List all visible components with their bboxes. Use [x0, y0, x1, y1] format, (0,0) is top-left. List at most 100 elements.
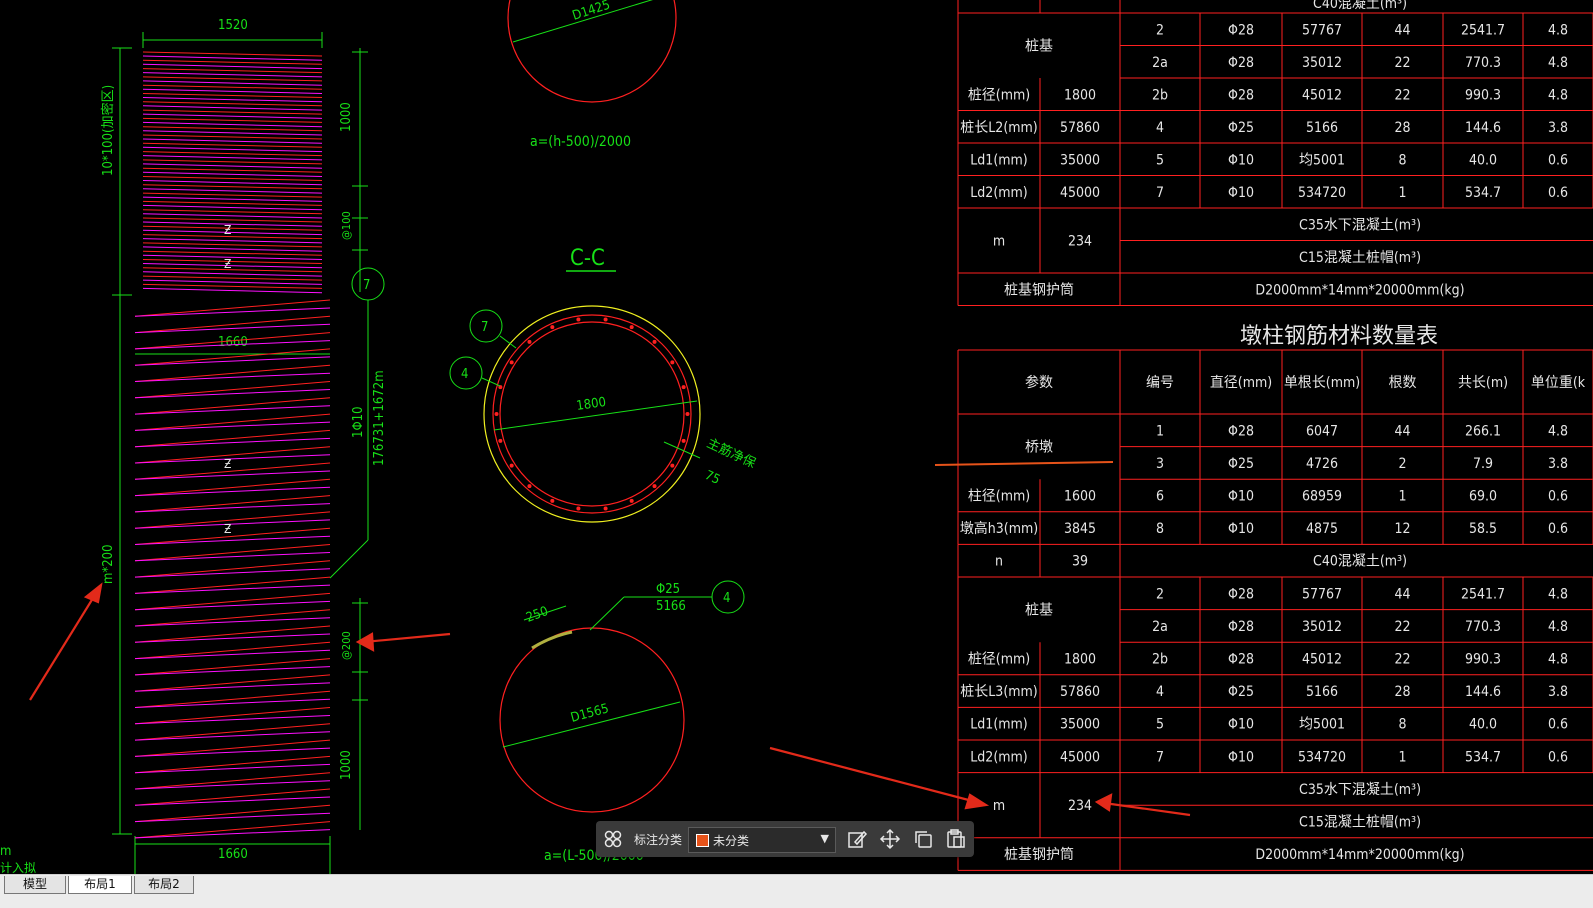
svg-text:Ƶ: Ƶ — [224, 223, 231, 237]
table-pier-cell: 4726 — [1306, 456, 1338, 472]
grid-apps-icon[interactable] — [602, 828, 624, 850]
table-pier-cell: 1 — [1398, 489, 1406, 505]
table-pier-group-label: 桥墩 — [1025, 440, 1053, 456]
table-pile-cell: 990.3 — [1465, 652, 1501, 668]
copy-icon[interactable] — [912, 828, 934, 850]
dim-1000-top: 1000 — [339, 102, 354, 132]
table-header: 根数 — [1389, 375, 1417, 391]
table-pile-cell: 2a — [1152, 619, 1168, 635]
table-top-cell: 5 — [1156, 152, 1164, 168]
table-pile-cell: Φ10 — [1228, 717, 1254, 733]
table-pile-cell: 2b — [1152, 652, 1168, 668]
table-pier-cell: Φ25 — [1228, 456, 1254, 472]
table-pile-cell: 57767 — [1302, 586, 1342, 602]
table-pile-cell: 40.0 — [1469, 717, 1497, 733]
tab-layout1[interactable]: 布局1 — [68, 876, 132, 894]
spiral-elevation: 1520 10*100(加密区) m*200 1000 @100 7 1Φ10 … — [100, 18, 387, 874]
table-pile-cell: 534720 — [1298, 749, 1346, 765]
table-pile-cell: 2 — [1156, 586, 1164, 602]
table-top-cell: 1 — [1398, 185, 1406, 201]
bottom-circle-dia: D1565 — [569, 701, 610, 726]
category-color-swatch — [696, 834, 709, 847]
table-top-param-value: 1800 — [1064, 87, 1096, 103]
table-pile-cell: Φ25 — [1228, 684, 1254, 700]
svg-text:Ƶ: Ƶ — [224, 257, 231, 271]
spiral-spec2: 176731+1672m — [372, 370, 387, 466]
table-pier-cell: 6 — [1156, 489, 1164, 505]
table-top-cell: 4 — [1156, 120, 1164, 136]
table-pile-cell: 8 — [1398, 717, 1406, 733]
table-pile-cell: 0.6 — [1548, 717, 1568, 733]
table-pier-param-value: 1600 — [1064, 489, 1096, 505]
table-pile-param-label: 桩长L3(mm) — [960, 683, 1037, 700]
table-top-cell: 4.8 — [1548, 55, 1568, 71]
move-icon[interactable] — [879, 828, 901, 850]
table-pier-cell: 69.0 — [1469, 489, 1497, 505]
table-pile-param-value: 1800 — [1064, 652, 1096, 668]
left-edge-text: m — [0, 844, 11, 859]
table-pile-cell: 534.7 — [1465, 749, 1501, 765]
table-pile-cell: 7 — [1156, 749, 1164, 765]
table-pile-param-value: 35000 — [1060, 717, 1100, 733]
dim-10x100: 10*100(加密区) — [100, 85, 116, 176]
table-top-cell: 990.3 — [1465, 87, 1501, 103]
table-top-partial-label: C40混凝土(m³) — [1313, 0, 1407, 12]
table-title: 墩柱钢筋材料数量表 — [1240, 324, 1438, 349]
table-top-cell: 57767 — [1302, 22, 1342, 38]
table-header: 编号 — [1146, 375, 1174, 391]
table-m-value: 234 — [1068, 798, 1092, 814]
table-pile-cell: Φ28 — [1228, 619, 1254, 635]
table-pier-cell: 1 — [1156, 423, 1164, 439]
table-pile-cell: 144.6 — [1465, 684, 1501, 700]
annotation-category-select[interactable]: 未分类 ▼ — [688, 827, 836, 853]
table-top-cell: 534720 — [1298, 185, 1346, 201]
table-top-cell: Φ25 — [1228, 120, 1254, 136]
table-top-m-value: 234 — [1068, 234, 1092, 250]
edit-icon[interactable] — [846, 828, 868, 850]
table-pier-cell: Φ28 — [1228, 423, 1254, 439]
table-pier-cell: 6047 — [1306, 423, 1338, 439]
table-pier-cell: 68959 — [1302, 489, 1342, 505]
table-top-cell: 均5001 — [1299, 152, 1345, 168]
table-top-cell: 2 — [1156, 22, 1164, 38]
table-pile-param-label: 桩径(mm) — [968, 651, 1030, 668]
cad-drawing-canvas[interactable]: m 计入拟 1520 10*100(加密区) m*200 1000 @100 7… — [0, 0, 1593, 874]
table-pile-cell: 均5001 — [1299, 717, 1345, 733]
table-header: 单位重(k — [1531, 375, 1586, 391]
table-top-cell: 35012 — [1302, 55, 1342, 71]
table-concrete-c40: C40混凝土(m³) — [1313, 554, 1407, 570]
table-pier-cell: 266.1 — [1465, 423, 1501, 439]
formula-top: a=(h-500)/2000 — [530, 134, 631, 150]
table-header: 参数 — [1025, 374, 1053, 391]
section-title: C-C — [570, 246, 605, 271]
section-dia: 1800 — [575, 395, 607, 414]
table-top-cell: 45012 — [1302, 87, 1342, 103]
table-top-cell: 2a — [1152, 55, 1168, 71]
table-pile-cell: Φ28 — [1228, 652, 1254, 668]
table-pile-cell: 4.8 — [1548, 586, 1568, 602]
mark-7-left: 7 — [363, 278, 370, 293]
dim-1660-bottom: 1660 — [218, 847, 248, 862]
table-pile-cell: Φ28 — [1228, 586, 1254, 602]
spiral-spec1: 1Φ10 — [351, 406, 366, 438]
paste-icon[interactable] — [945, 828, 967, 850]
svg-text:Ƶ: Ƶ — [224, 522, 231, 536]
tab-model[interactable]: 模型 — [4, 876, 66, 894]
tab-layout2[interactable]: 布局2 — [134, 876, 194, 894]
svg-text:Ƶ: Ƶ — [224, 457, 231, 471]
table-top-param-label: 桩径(mm) — [968, 86, 1030, 103]
table-top-param-value: 57860 — [1060, 120, 1100, 136]
table-top-cell: Φ28 — [1228, 22, 1254, 38]
table-top-cell: 40.0 — [1469, 152, 1497, 168]
left-edge-text-2: 计入拟 — [0, 861, 36, 874]
table-pile-cell: 44 — [1394, 586, 1410, 602]
table-pile-cell: 4.8 — [1548, 652, 1568, 668]
top-circle-dia: D1425 — [571, 0, 613, 24]
table-pier-cell: 2 — [1398, 456, 1406, 472]
table-header: 直径(mm) — [1210, 374, 1272, 391]
table-top-cell: Φ10 — [1228, 152, 1254, 168]
annotation-toolbar: 标注分类 未分类 ▼ — [596, 821, 974, 857]
table-top-casing-value: D2000mm*14mm*20000mm(kg) — [1255, 282, 1464, 298]
table-n-value: 39 — [1072, 554, 1088, 570]
table-pile-param-label: Ld1(mm) — [970, 717, 1027, 733]
